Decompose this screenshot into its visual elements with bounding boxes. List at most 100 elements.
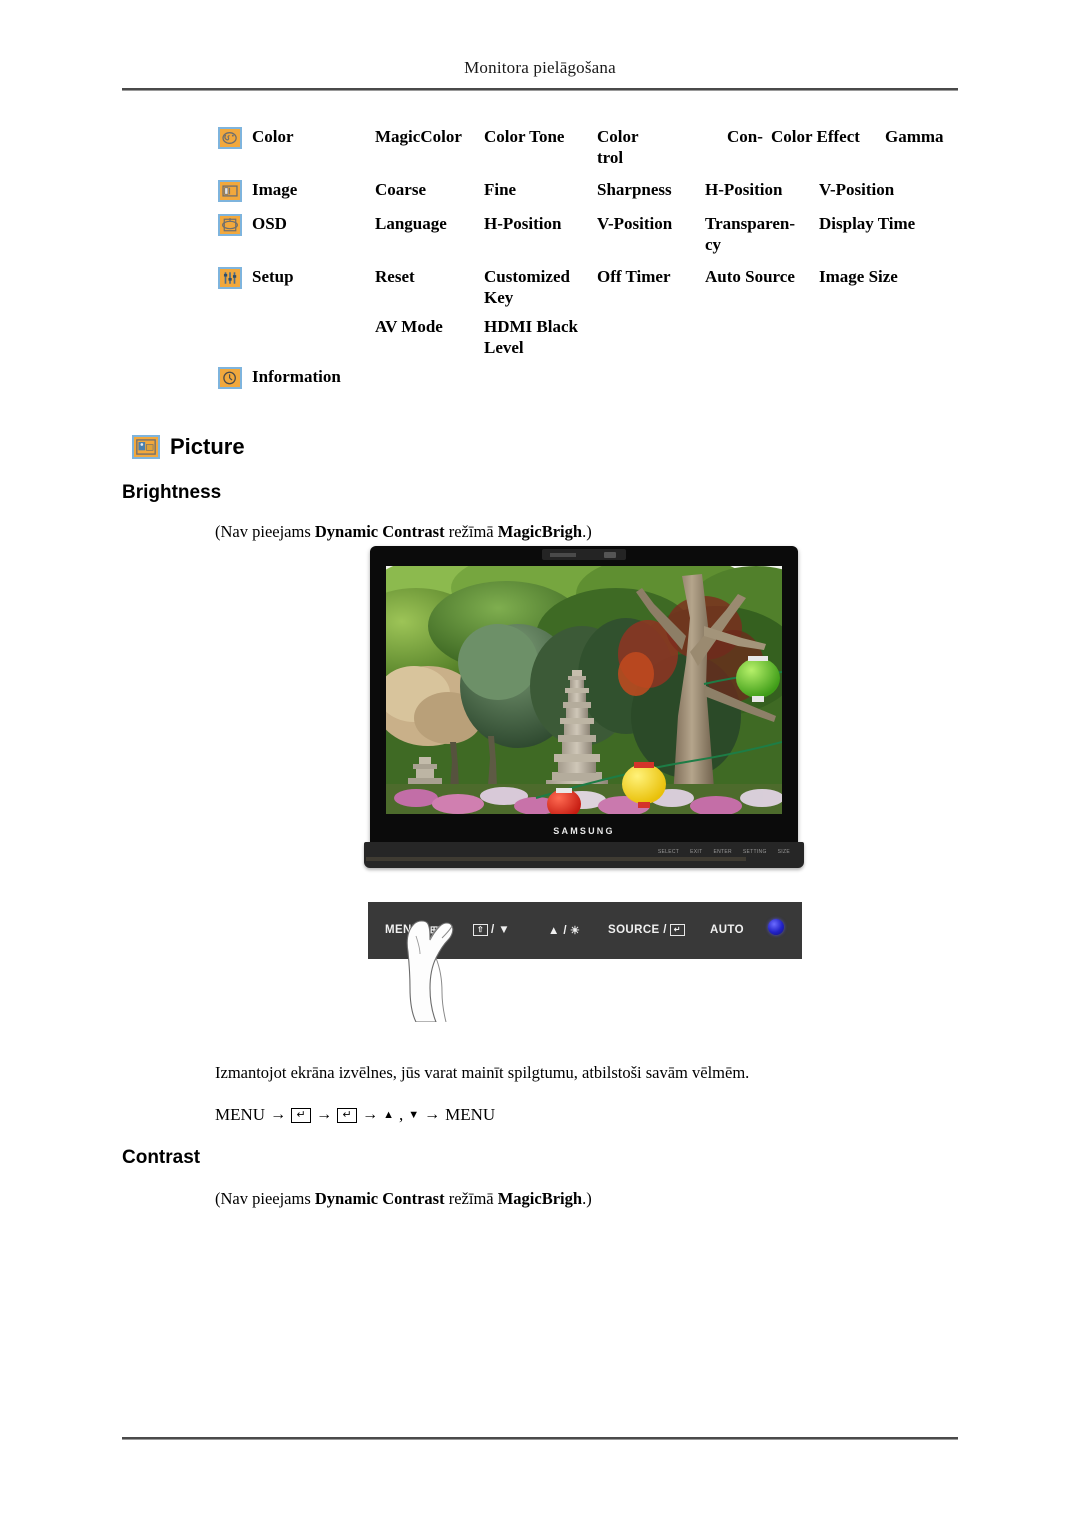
menu-category-color[interactable]: Color (218, 126, 375, 149)
customized-key-line1: Customized (484, 267, 570, 286)
note-close: .) (582, 1189, 592, 1208)
menu-item-hdmi-black-level[interactable]: HDMI Black Level (484, 316, 597, 358)
path-menu-start: MENU (215, 1105, 266, 1124)
note-bold-dynamic-contrast: Dynamic Contrast (314, 1189, 445, 1208)
menu-item-transparency[interactable]: Transparen- cy (705, 213, 819, 255)
table-row: Information (218, 366, 958, 389)
enter-key-icon: ↵ (337, 1107, 358, 1123)
menu-category-image[interactable]: Image (218, 179, 375, 202)
menu-alt-glyph: / ⊞ (423, 924, 439, 936)
up-arrow-icon: ▲ (383, 1109, 394, 1121)
note-close: .) (582, 522, 592, 541)
menu-item-color-tone[interactable]: Color Tone (484, 126, 597, 147)
menu-category-osd[interactable]: OSD (218, 213, 375, 236)
note-open: (Nav pieejams (215, 1189, 315, 1208)
arrow-icon: → (424, 1106, 441, 1123)
up-button[interactable]: ▲ / ☀ (548, 924, 581, 938)
menu-item-magiccolor[interactable]: MagicColor (375, 126, 484, 147)
contrast-note: (Nav pieejams Dynamic Contrast režīmā Ma… (215, 1188, 592, 1210)
stand-label-group: SELECT EXIT ENTER SETTING SIZE (658, 849, 790, 855)
brightness-description: Izmantojot ekrāna izvēlnes, jūs varat ma… (215, 1063, 750, 1082)
stand-label-setting: SETTING (742, 849, 767, 855)
table-row: OSD Language H-Position V-Position Trans… (218, 213, 958, 255)
note-bold-magicbright: MagicBrigh (497, 522, 583, 541)
source-button-label: SOURCE / (608, 924, 667, 936)
menu-item-reset[interactable]: Reset (375, 266, 484, 287)
color-control-word1: Color (597, 127, 639, 146)
control-panel-buttons: MENU / ⊞ ⇧ / ▼ ▲ / ☀ SOURCE / ↵ AUTO (368, 902, 802, 959)
menu-category-setup[interactable]: Setup (218, 266, 375, 289)
header-divider (122, 88, 958, 91)
menu-item-customized-key[interactable]: Customized Key (484, 266, 597, 308)
menu-item-color-control-con: Con- (727, 127, 763, 146)
menu-item-coarse[interactable]: Coarse (375, 179, 484, 200)
down-arrow-icon: ▼ (408, 1109, 420, 1121)
page-title: Picture (132, 434, 245, 460)
auto-button-label: AUTO (710, 924, 744, 936)
monitor-top-sensor-strip (542, 549, 626, 560)
page-header-title: Monitora pielāgošana (464, 58, 616, 77)
brightness-icon: ☀ (569, 925, 581, 937)
menu-item-v-position[interactable]: V-Position (819, 179, 929, 200)
monitor-body: SAMSUNG (370, 546, 798, 846)
osd-menu-table: Color MagicColor Color Tone Color trol C… (218, 126, 958, 397)
hdmi-black-level-line2: Level (484, 338, 524, 357)
monitor-stand-bar: SELECT EXIT ENTER SETTING SIZE (364, 842, 804, 868)
down-button-label: / ▼ (491, 924, 510, 936)
power-icon (768, 919, 784, 935)
note-bold-dynamic-contrast: Dynamic Contrast (314, 522, 445, 541)
note-middle: režīmā (444, 1189, 498, 1208)
image-frame-icon (218, 180, 242, 202)
arrow-icon: → (316, 1106, 333, 1123)
note-bold-magicbright: MagicBrigh (497, 1189, 583, 1208)
menu-item-sharpness[interactable]: Sharpness (597, 179, 705, 200)
monitor-illustration: SAMSUNG SELECT EXIT ENTER SETTING SIZE (364, 546, 804, 876)
brightness-heading: Brightness (122, 482, 222, 503)
up-button-label: ▲ / (548, 924, 567, 937)
transparency-line2: cy (705, 235, 722, 254)
stand-label-select: SELECT (657, 849, 680, 855)
menu-navigation-path: MENU → ↵ → ↵ → ▲ , ▼ → MENU (215, 1105, 495, 1125)
table-row: Color MagicColor Color Tone Color trol C… (218, 126, 958, 168)
menu-item-h-position[interactable]: H-Position (705, 179, 819, 200)
menu-item-display-time[interactable]: Display Time (819, 213, 929, 234)
menu-category-information[interactable]: Information (218, 366, 438, 389)
menu-item-color-effect[interactable]: Color Effect (771, 126, 885, 147)
menu-category-label: Color (252, 127, 294, 146)
palette-icon (218, 127, 242, 149)
menu-item-osd-v-position[interactable]: V-Position (597, 213, 705, 234)
menu-category-label: Information (252, 367, 341, 386)
footer-divider (122, 1437, 958, 1440)
menu-item-auto-source[interactable]: Auto Source (705, 266, 819, 287)
menu-button-label: MENU (385, 924, 421, 936)
menu-item-off-timer[interactable]: Off Timer (597, 266, 705, 287)
menu-button[interactable]: MENU / ⊞ (385, 924, 439, 936)
transparency-line1: Transparen- (705, 214, 796, 233)
magicbright-icon: ⇧ (473, 924, 488, 936)
down-button[interactable]: ⇧ / ▼ (473, 924, 510, 936)
note-middle: režīmā (444, 522, 498, 541)
hdmi-black-level-line1: HDMI Black (484, 317, 578, 336)
auto-button[interactable]: AUTO (710, 924, 744, 936)
power-button[interactable] (768, 919, 784, 935)
menu-item-gamma[interactable]: Gamma (885, 126, 995, 147)
stand-label-enter: ENTER (713, 849, 732, 855)
menu-item-fine[interactable]: Fine (484, 179, 597, 200)
arrow-icon: → (362, 1106, 379, 1123)
contrast-heading: Contrast (122, 1147, 201, 1168)
note-open: (Nav pieejams (215, 522, 315, 541)
sliders-icon (218, 267, 242, 289)
osd-icon (218, 214, 242, 236)
source-button[interactable]: SOURCE / ↵ (608, 924, 685, 936)
menu-item-osd-h-position[interactable]: H-Position (484, 213, 597, 234)
path-comma: , (398, 1105, 404, 1124)
menu-item-av-mode[interactable]: AV Mode (375, 316, 484, 337)
menu-category-label: Setup (252, 267, 294, 286)
menu-category-label: Image (252, 180, 298, 199)
table-row: Image Coarse Fine Sharpness H-Position V… (218, 179, 958, 202)
customized-key-line2: Key (484, 288, 514, 307)
menu-item-language[interactable]: Language (375, 213, 484, 234)
table-row: AV Mode HDMI Black Level (218, 316, 958, 358)
picture-icon (132, 435, 160, 459)
menu-item-image-size[interactable]: Image Size (819, 266, 929, 287)
